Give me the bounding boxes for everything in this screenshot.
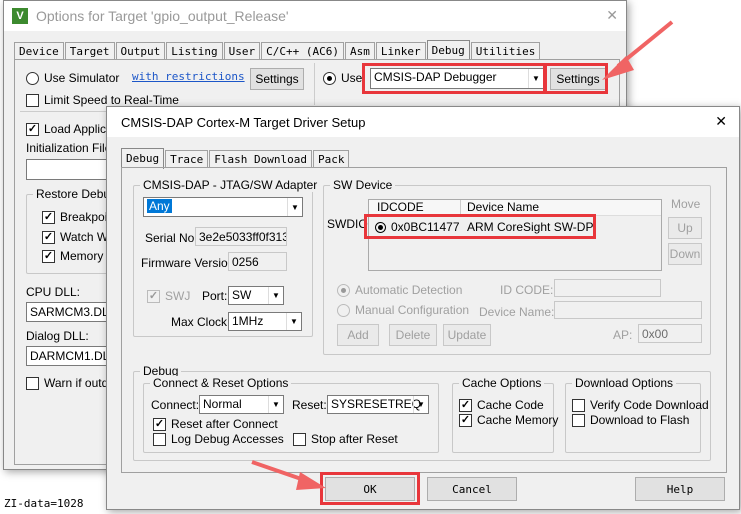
- swdio-label: SWDIO: [327, 217, 368, 231]
- firmware-label: Firmware Version:: [141, 256, 238, 270]
- auto-detect-radio: Automatic Detection: [337, 283, 462, 297]
- limit-speed-checkbox[interactable]: Limit Speed to Real-Time: [26, 93, 179, 107]
- row-device-name: ARM CoreSight SW-DP: [467, 220, 594, 234]
- ap-label: AP:: [613, 328, 633, 342]
- close-icon[interactable]: ✕: [715, 113, 727, 130]
- adapter-select[interactable]: Any ▼: [143, 197, 303, 217]
- reset-select[interactable]: SYSRESETREQ ▼: [327, 395, 429, 414]
- chevron-down-icon: ▼: [528, 69, 543, 88]
- chevron-down-icon: ▼: [268, 287, 283, 304]
- device-name-label: Device Name:: [479, 305, 555, 319]
- sim-settings-button[interactable]: Settings: [250, 68, 304, 90]
- firmware-input: 0256: [228, 252, 287, 271]
- device-name-input: [554, 301, 702, 319]
- chevron-down-icon: ▼: [268, 396, 283, 413]
- up-button: Up: [668, 217, 702, 239]
- device-table: IDCODE Device Name 0x0BC11477 ARM CoreSi…: [368, 199, 662, 271]
- table-header: IDCODE Device Name: [369, 200, 661, 216]
- delete-button: Delete: [389, 324, 437, 346]
- chevron-down-icon: ▼: [287, 198, 302, 216]
- chevron-down-icon: ▼: [413, 396, 428, 413]
- debugger-select[interactable]: CMSIS-DAP Debugger ▼: [370, 68, 544, 89]
- options-tabs: Device Target Output Listing User C/C++ (AC6)…: [14, 39, 541, 61]
- cpu-dll-label: CPU DLL:: [26, 285, 81, 299]
- port-label: Port:: [202, 289, 228, 303]
- dialog-dll-label: Dialog DLL:: [26, 329, 89, 343]
- tab-debug[interactable]: Debug: [426, 40, 470, 61]
- tab-utilities[interactable]: Utilities: [470, 42, 541, 60]
- download-flash-checkbox[interactable]: Download to Flash: [572, 413, 689, 427]
- setup-dialog: CMSIS-DAP Cortex-M Target Driver Setup ✕…: [106, 106, 740, 510]
- cache-code-checkbox[interactable]: ✓ Cache Code: [459, 398, 544, 412]
- serial-input: 3e2e5033ff0f3139: [195, 227, 287, 246]
- table-row[interactable]: 0x0BC11477 ARM CoreSight SW-DP: [369, 218, 661, 236]
- debugger-settings-button[interactable]: Settings: [550, 68, 606, 90]
- use-simulator-radio[interactable]: Use Simulator: [26, 71, 119, 85]
- reset-after-connect-checkbox[interactable]: ✓ Reset after Connect: [153, 417, 278, 431]
- manual-config-radio: Manual Configuration: [337, 303, 469, 317]
- setup-title: CMSIS-DAP Cortex-M Target Driver Setup: [121, 114, 366, 130]
- cancel-button[interactable]: Cancel: [427, 477, 517, 501]
- tab-debug[interactable]: Debug: [121, 148, 165, 169]
- connect-label: Connect:: [151, 398, 200, 412]
- tab-user[interactable]: User: [223, 42, 261, 60]
- tab-trace[interactable]: Trace: [165, 150, 209, 168]
- col-idcode: IDCODE: [369, 200, 461, 215]
- init-file-label: Initialization File:: [26, 141, 115, 155]
- max-clock-select[interactable]: 1MHz ▼: [228, 312, 302, 331]
- stop-after-reset-checkbox[interactable]: Stop after Reset: [293, 432, 398, 446]
- ap-input: 0x00: [638, 324, 702, 343]
- col-device-name: Device Name: [467, 200, 540, 214]
- help-button[interactable]: Help: [635, 477, 725, 501]
- with-restrictions-link[interactable]: with restrictions: [132, 70, 245, 83]
- tab-linker[interactable]: Linker: [375, 42, 426, 60]
- connect-select[interactable]: Normal ▼: [199, 395, 284, 414]
- serial-label: Serial No:: [145, 231, 198, 245]
- cache-memory-checkbox[interactable]: ✓ Cache Memory: [459, 413, 558, 427]
- reset-label: Reset:: [292, 398, 327, 412]
- keil-logo-icon: V: [12, 8, 28, 24]
- tab-pack[interactable]: Pack: [312, 150, 350, 168]
- tab-target[interactable]: Target: [64, 42, 115, 60]
- tab-c-c-ac6[interactable]: C/C++ (AC6): [261, 42, 344, 60]
- selected-radio-icon: [375, 221, 386, 233]
- add-button: Add: [337, 324, 379, 346]
- ok-button[interactable]: OK: [325, 477, 415, 501]
- port-select[interactable]: SW ▼: [228, 286, 284, 305]
- chevron-down-icon: ▼: [286, 313, 301, 330]
- tab-flash-download[interactable]: Flash Download: [209, 150, 312, 168]
- tab-asm[interactable]: Asm: [344, 42, 375, 60]
- move-label: Move: [671, 197, 701, 211]
- divider-vertical: [314, 63, 315, 105]
- swj-checkbox: ✓ SWJ: [147, 289, 191, 303]
- setup-titlebar: CMSIS-DAP Cortex-M Target Driver Setup ✕: [107, 107, 739, 137]
- update-button: Update: [443, 324, 491, 346]
- tab-device[interactable]: Device: [14, 42, 64, 60]
- options-title: Options for Target 'gpio_output_Release': [36, 8, 289, 24]
- tab-output[interactable]: Output: [115, 42, 166, 60]
- id-code-input: [554, 279, 661, 297]
- tab-listing[interactable]: Listing: [166, 42, 223, 60]
- options-titlebar: V Options for Target 'gpio_output_Releas…: [4, 1, 626, 31]
- max-clock-label: Max Clock:: [171, 315, 231, 329]
- use-debugger-radio[interactable]: Use: [323, 71, 362, 85]
- log-debug-checkbox[interactable]: Log Debug Accesses: [153, 432, 284, 446]
- row-idcode: 0x0BC11477: [391, 220, 460, 234]
- down-button: Down: [668, 243, 702, 265]
- zi-data-text: ZI-data=1028: [4, 497, 84, 510]
- verify-download-checkbox[interactable]: Verify Code Download: [572, 398, 709, 412]
- id-code-label: ID CODE:: [500, 283, 554, 297]
- setup-tabs: Debug Trace Flash Download Pack: [121, 147, 350, 169]
- close-icon[interactable]: ✕: [606, 7, 618, 24]
